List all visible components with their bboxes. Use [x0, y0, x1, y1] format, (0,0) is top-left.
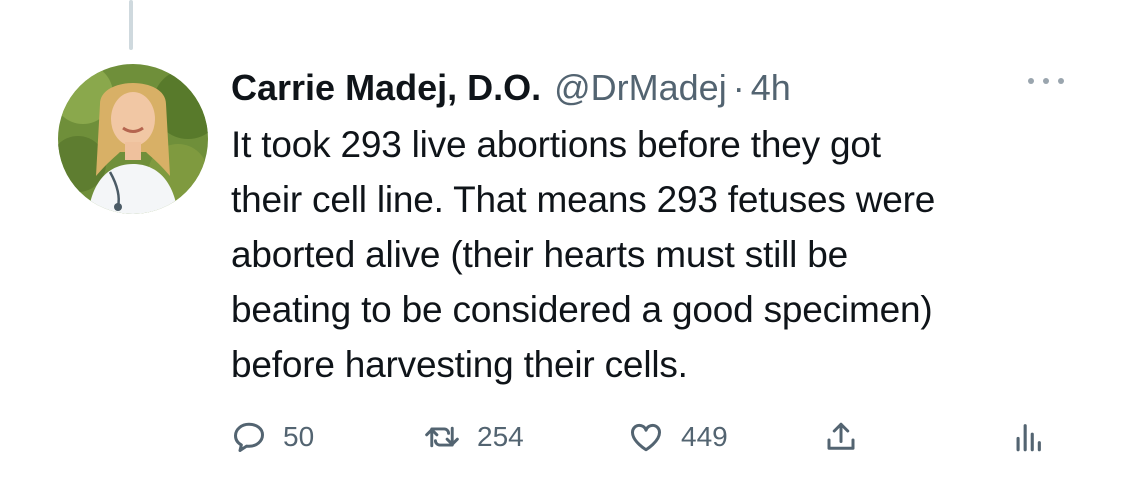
more-options-dot [1043, 78, 1049, 84]
like-count: 449 [681, 421, 728, 452]
tweet-timestamp[interactable]: 4h [751, 67, 791, 109]
tweet-text-line: their cell line. That means 293 fetuses … [231, 179, 936, 220]
tweet-header: Carrie Madej, D.O. @DrMadej · 4h [231, 60, 791, 116]
like-icon [631, 423, 661, 452]
share-icon [827, 422, 855, 450]
more-options-dot [1058, 78, 1064, 84]
more-options-dot [1028, 78, 1034, 84]
avatar[interactable] [58, 64, 208, 214]
author-handle[interactable]: @DrMadej [554, 67, 727, 109]
analytics-button[interactable] [1011, 412, 1045, 462]
reply-button[interactable]: 50 [231, 412, 314, 462]
tweet-text: It took 293 live abortions before they g… [231, 117, 1111, 392]
thread-connector-line [129, 0, 133, 50]
tweet-text-line: It took 293 live abortions before they g… [231, 124, 881, 165]
tweet-text-line: before harvesting their cells. [231, 344, 688, 385]
retweet-icon [425, 426, 459, 448]
retweet-count: 254 [477, 421, 524, 452]
author-display-name[interactable]: Carrie Madej, D.O. [231, 67, 541, 109]
tweet-text-line: beating to be considered a good specimen… [231, 289, 933, 330]
header-separator: · [732, 67, 745, 108]
more-options-icon[interactable] [1024, 66, 1068, 96]
reply-count: 50 [283, 421, 315, 452]
analytics-icon [1016, 424, 1041, 452]
tweet-actions-bar: 50 254 449 [231, 412, 1051, 462]
share-button[interactable] [823, 412, 859, 462]
reply-icon [234, 422, 264, 452]
tweet-text-line: aborted alive (their hearts must still b… [231, 234, 848, 275]
retweet-button[interactable]: 254 [423, 412, 524, 462]
avatar-image [58, 64, 208, 214]
like-button[interactable]: 449 [627, 412, 728, 462]
